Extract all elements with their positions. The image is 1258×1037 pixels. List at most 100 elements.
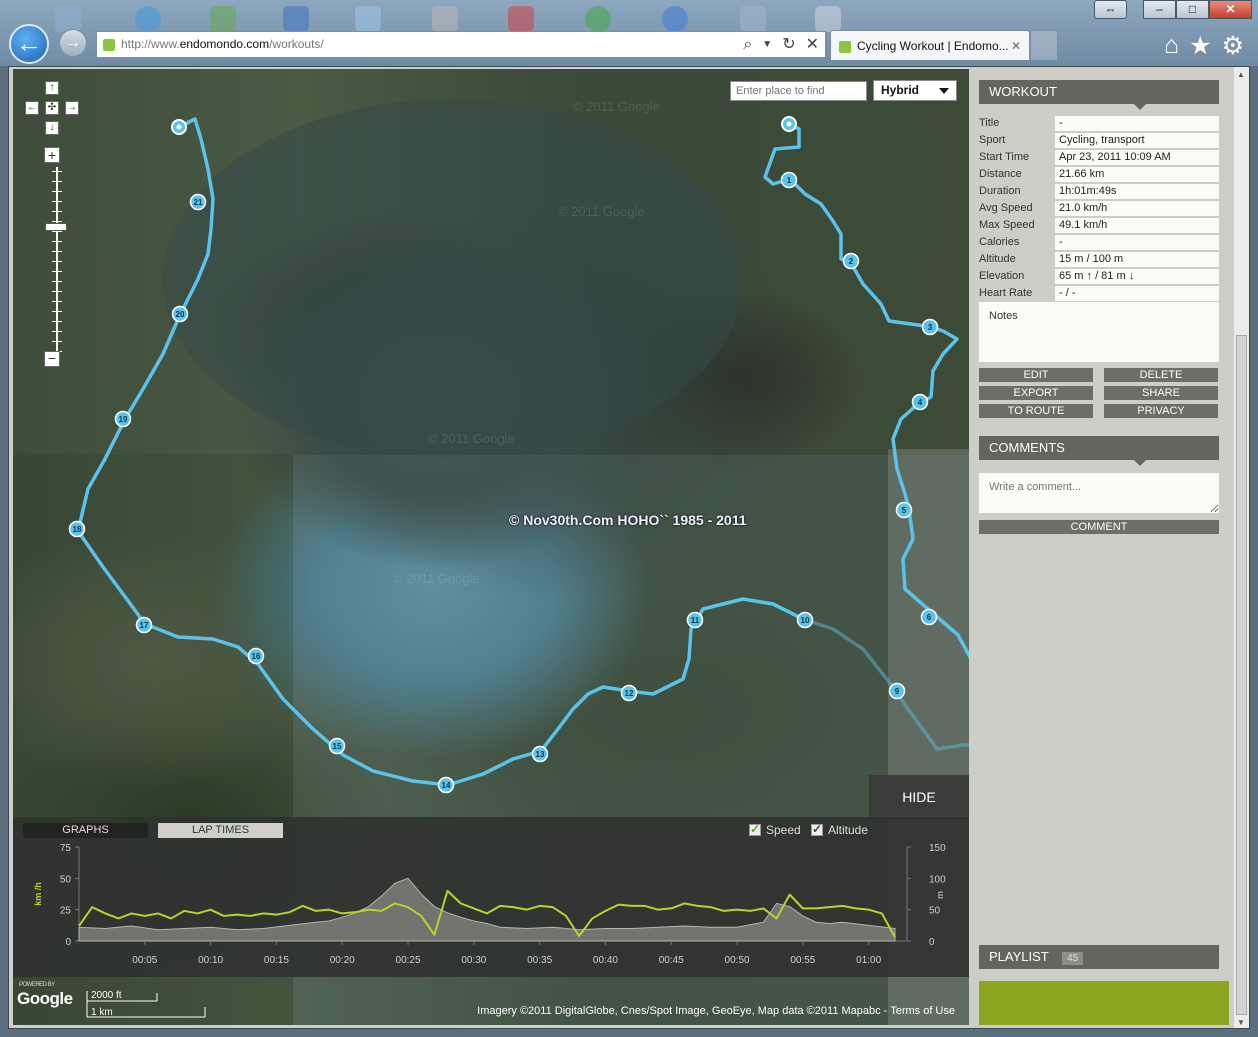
close-window-button[interactable]: ✕	[1209, 0, 1252, 19]
zoom-handle[interactable]	[45, 223, 67, 231]
chevron-down-icon[interactable]: ▼	[762, 32, 772, 57]
comment-button[interactable]: COMMENT	[979, 520, 1219, 534]
taskbar-app-icon[interactable]	[55, 6, 81, 32]
site-favicon-icon	[103, 39, 115, 51]
address-tools: ⌕ ▼ ↻ ✕	[743, 32, 819, 57]
pan-down-icon[interactable]: ↓	[45, 121, 59, 135]
zoom-tick	[52, 301, 62, 302]
field-label: Elevation	[979, 270, 1025, 282]
route-line	[76, 117, 804, 787]
marker-center-dot	[176, 124, 182, 130]
taskbar-app-icon[interactable]	[585, 6, 611, 32]
share-button[interactable]: SHARE	[1104, 386, 1218, 400]
taskbar-app-icon[interactable]	[210, 6, 236, 32]
to-route-button[interactable]: TO ROUTE	[979, 404, 1093, 418]
speed-toggle[interactable]: Speed	[749, 822, 801, 837]
home-icon[interactable]: ⌂	[1164, 31, 1179, 61]
field-value: Apr 23, 2011 10:09 AM	[1055, 150, 1219, 165]
zoom-tick	[52, 181, 62, 182]
edit-button[interactable]: EDIT	[979, 368, 1093, 382]
lap-marker-label: 17	[140, 621, 149, 630]
taskbar-app-icon[interactable]	[815, 6, 841, 32]
minimize-button[interactable]: –	[1143, 0, 1176, 19]
x-tick-label: 00:35	[527, 955, 552, 966]
workout-field-row: Title -	[979, 116, 1219, 132]
maximize-button[interactable]: □	[1176, 0, 1209, 19]
tab-lap-times[interactable]: LAP TIMES	[158, 823, 283, 838]
pan-left-icon[interactable]: ←	[25, 101, 39, 115]
tab-close-icon[interactable]: ✕	[1011, 31, 1021, 61]
speed-altitude-chart[interactable]: 0 25 50 75 0 50 100 150 km /h m 00:05 00:10 00:15 00:…	[13, 841, 969, 977]
route-line	[763, 122, 969, 659]
watermark-text: © Nov30th.Com HOHO`` 1985 - 2011	[509, 512, 747, 528]
map-type-select[interactable]: Hybrid	[873, 80, 957, 101]
place-search-input[interactable]	[730, 81, 867, 101]
field-label: Sport	[979, 134, 1006, 146]
pan-up-icon[interactable]: ↑	[45, 81, 59, 95]
taskbar-app-icon[interactable]	[283, 6, 309, 32]
taskbar-app-icon[interactable]	[135, 6, 161, 32]
privacy-button[interactable]: PRIVACY	[1104, 404, 1218, 418]
resize-icon[interactable]: ⇔	[1094, 0, 1127, 19]
lap-marker-label: 19	[119, 415, 128, 424]
back-button[interactable]: ←	[9, 24, 49, 64]
notes-field[interactable]: Notes	[979, 302, 1219, 362]
taskbar-app-icon[interactable]	[662, 6, 688, 32]
x-tick-label: 00:55	[790, 955, 815, 966]
x-tick-label: 00:40	[593, 955, 618, 966]
y-right-tick-label: 100	[929, 874, 946, 885]
zoom-tick	[52, 221, 62, 222]
speed-checkbox[interactable]	[749, 822, 761, 836]
map-attribution[interactable]: Imagery ©2011 DigitalGlobe, Cnes/Spot Im…	[477, 1005, 955, 1017]
taskbar-app-icon[interactable]	[508, 6, 534, 32]
notes-label: Notes	[989, 310, 1018, 322]
favorites-star-icon[interactable]: ★	[1189, 31, 1211, 61]
search-icon[interactable]: ⌕	[743, 32, 752, 57]
stop-icon[interactable]: ✕	[806, 32, 819, 57]
field-label: Calories	[979, 236, 1020, 248]
tab-cycling-workout[interactable]: Cycling Workout | Endomo... ✕	[830, 30, 1030, 60]
pan-right-icon[interactable]: →	[65, 101, 79, 115]
comments-header-title: COMMENTS	[989, 440, 1065, 455]
altitude-toggle[interactable]: Altitude	[811, 822, 868, 837]
refresh-icon[interactable]: ↻	[782, 32, 795, 57]
new-tab-button[interactable]	[1030, 30, 1058, 60]
pan-center-icon[interactable]: ✣	[45, 101, 59, 115]
taskbar-app-icon[interactable]	[355, 6, 381, 32]
x-tick-label: 00:50	[725, 955, 750, 966]
export-button[interactable]: EXPORT	[979, 386, 1093, 400]
zoom-rail	[56, 167, 58, 357]
url-host: endomondo.com	[179, 37, 270, 51]
taskbar-app-icon[interactable]	[740, 6, 766, 32]
field-label: Start Time	[979, 151, 1030, 163]
playlist-header[interactable]: PLAYLIST 45	[979, 945, 1219, 969]
lap-marker-label: 14	[442, 781, 451, 790]
scrollbar-thumb[interactable]	[1236, 335, 1247, 1015]
zoom-tick	[52, 241, 62, 242]
zoom-slider[interactable]	[48, 167, 66, 357]
zoom-in-button[interactable]: +	[44, 147, 60, 163]
comment-input[interactable]	[979, 473, 1219, 513]
map-type-value: Hybrid	[881, 83, 920, 97]
taskbar-app-icon[interactable]	[432, 6, 458, 32]
address-bar[interactable]: http://www.endomondo.com/workouts/ ⌕ ▼ ↻…	[96, 31, 826, 58]
altitude-checkbox[interactable]	[811, 822, 823, 836]
settings-gear-icon[interactable]: ⚙	[1222, 31, 1244, 61]
x-tick-label: 00:05	[132, 955, 157, 966]
lap-marker-label: 5	[902, 506, 907, 515]
y-right-tick-label: 50	[929, 906, 941, 917]
map-footer: POWERED BY Google 2000 ft 1 km Imagery ©…	[13, 977, 969, 1025]
url-path: /workouts/	[269, 37, 324, 51]
hide-graph-button[interactable]: HIDE	[869, 775, 969, 819]
scroll-up-icon[interactable]: ▲	[1237, 70, 1245, 79]
tab-graphs[interactable]: GRAPHS	[23, 823, 148, 838]
forward-button[interactable]: →	[59, 29, 87, 57]
x-tick-label: 00:20	[330, 955, 355, 966]
google-logo[interactable]: POWERED BY Google	[17, 982, 73, 1009]
delete-button[interactable]: DELETE	[1104, 368, 1218, 382]
lap-marker-label: 18	[73, 525, 82, 534]
zoom-out-button[interactable]: −	[44, 351, 60, 367]
scale-km-label: 1 km	[91, 1007, 113, 1018]
scroll-down-icon[interactable]: ▼	[1237, 1018, 1245, 1027]
page-scrollbar[interactable]: ▲ ▼	[1233, 67, 1249, 1028]
